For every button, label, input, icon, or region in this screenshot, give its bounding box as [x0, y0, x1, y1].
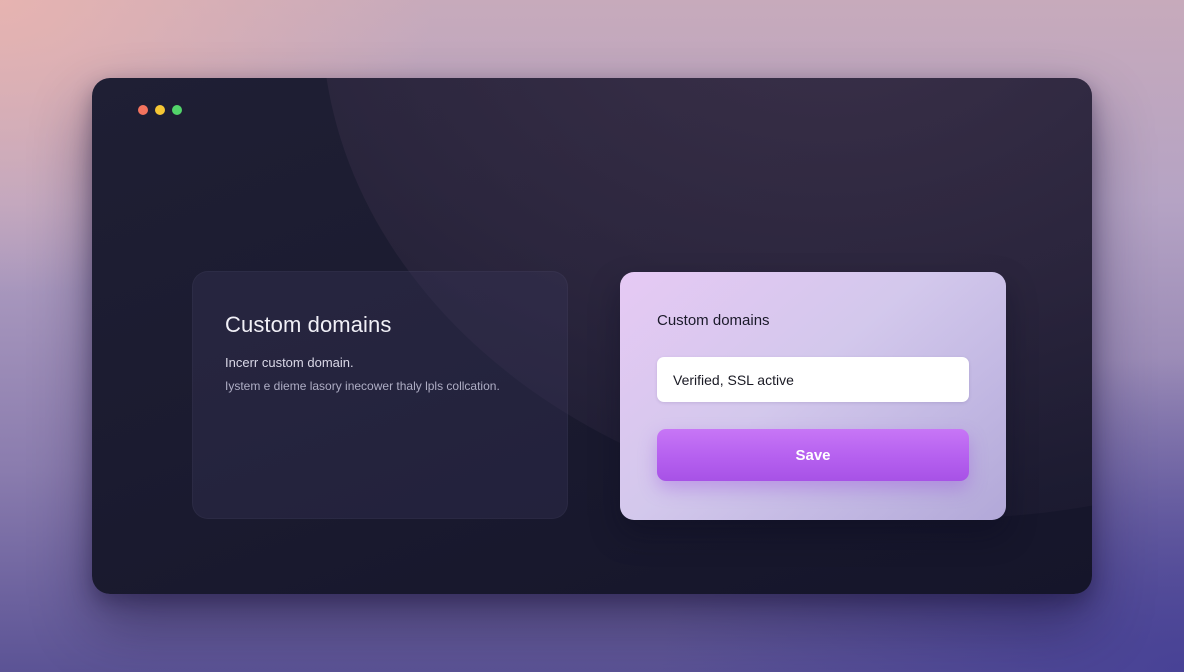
info-description-line-2: Iystem e dieme lasory inecower thaly lpl…	[225, 379, 500, 393]
window-controls	[138, 105, 182, 115]
save-button[interactable]: Save	[657, 429, 969, 481]
maximize-window-button[interactable]	[172, 105, 182, 115]
domain-settings-card: Custom domains Verified, SSL active Save	[620, 272, 1006, 520]
minimize-window-button[interactable]	[155, 105, 165, 115]
app-window: Custom domains Incerr custom domain. Iys…	[92, 78, 1092, 594]
close-window-button[interactable]	[138, 105, 148, 115]
info-description-line-1: Incerr custom domain.	[225, 355, 354, 370]
info-title: Custom domains	[225, 312, 392, 337]
form-title: Custom domains	[657, 312, 770, 329]
info-card: Custom domains Incerr custom domain. Iys…	[192, 271, 568, 519]
domain-input[interactable]: Verified, SSL active	[657, 357, 969, 402]
